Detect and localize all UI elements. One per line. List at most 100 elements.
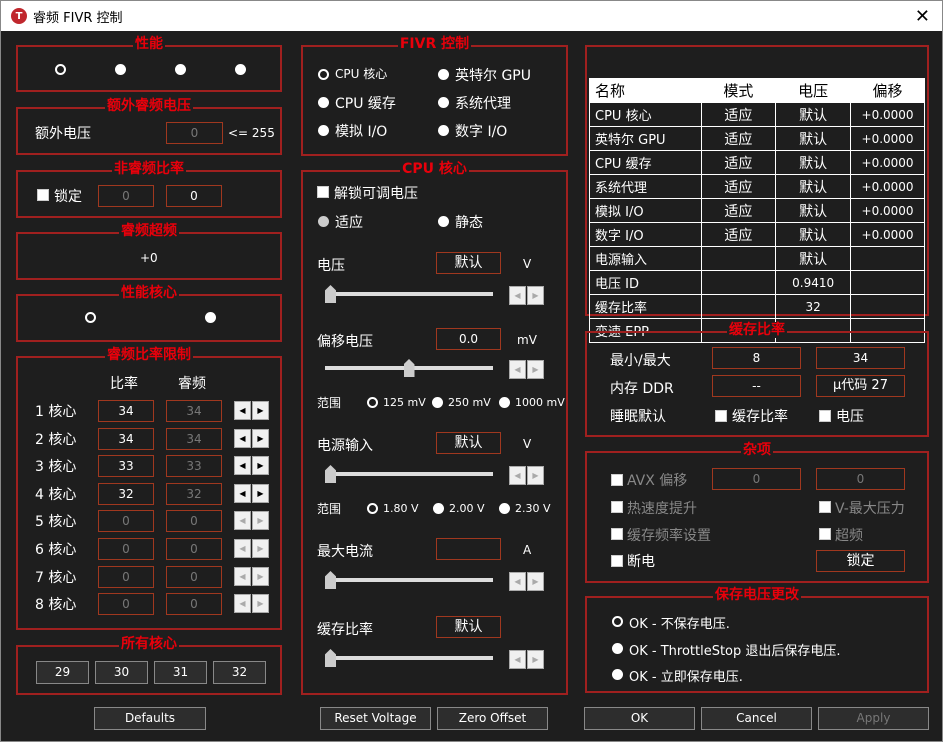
power-input-spin[interactable]: ◀ ▶ [509,466,545,485]
power-input-input[interactable]: 默认 [436,432,501,454]
cache-max-input[interactable]: 34 [816,347,905,369]
thermal-checkbox[interactable] [611,501,623,513]
core-spin[interactable]: ◀ ▶ [234,456,270,476]
core-ratio-input[interactable]: 0 [98,538,154,560]
left-arrow-icon[interactable]: ◀ [509,286,526,305]
left-arrow-icon[interactable]: ◀ [509,360,526,379]
perf-radio-4[interactable] [235,64,246,75]
right-arrow-icon[interactable]: ▶ [252,456,269,476]
core-ratio-input[interactable]: 0 [98,510,154,533]
offset-spin[interactable]: ◀ ▶ [509,360,545,379]
misc-lock-button[interactable]: 锁定 [816,550,905,572]
left-arrow-icon[interactable]: ◀ [509,650,526,669]
voltage-slider[interactable] [325,284,493,304]
power-range-radio-230[interactable] [499,503,510,514]
non-turbo-input-1[interactable]: 0 [98,185,154,207]
core-turbo-input[interactable]: 34 [166,400,222,422]
offset-range-radio-125[interactable] [367,397,378,408]
right-arrow-icon[interactable]: ▶ [527,466,544,485]
adaptive-radio[interactable] [318,216,329,227]
reset-voltage-button[interactable]: Reset Voltage [320,707,431,730]
right-arrow-icon[interactable]: ▶ [252,428,269,448]
table-row[interactable]: 数字 I/O 适应 默认 +0.0000 [589,222,925,247]
fivr-radio-system-agent[interactable] [438,97,449,108]
core-ratio-input[interactable]: 33 [98,455,154,478]
fivr-radio-analog-io[interactable] [318,125,329,136]
perf-core-radio-2[interactable] [205,312,216,323]
sleep-cache-checkbox[interactable] [715,410,727,422]
vmax-checkbox[interactable] [819,501,831,513]
left-arrow-icon[interactable]: ◀ [234,566,251,586]
core-ratio-input[interactable]: 34 [98,427,154,450]
max-current-spin[interactable]: ◀ ▶ [509,572,545,591]
right-arrow-icon[interactable]: ▶ [252,539,269,558]
voltage-spin[interactable]: ◀ ▶ [509,286,545,305]
right-arrow-icon[interactable]: ▶ [252,594,269,614]
power-range-radio-180[interactable] [367,503,378,514]
table-row[interactable]: CPU 核心 适应 默认 +0.0000 [589,102,925,127]
left-arrow-icon[interactable]: ◀ [234,428,251,448]
table-row[interactable]: 电压 ID 0.9410 [589,270,925,295]
all-cores-button[interactable]: 32 [213,661,266,684]
avx-input-2[interactable]: 0 [816,468,905,490]
table-row[interactable]: 系统代理 适应 默认 +0.0000 [589,174,925,199]
close-icon[interactable]: ✕ [915,6,930,27]
non-turbo-lock-checkbox[interactable] [37,189,49,201]
fivr-radio-digital-io[interactable] [438,125,449,136]
offset-input[interactable]: 0.0 [436,328,501,350]
fivr-radio-gpu[interactable] [438,69,449,80]
left-arrow-icon[interactable]: ◀ [234,456,251,476]
right-arrow-icon[interactable]: ▶ [252,511,269,531]
perf-core-radio-1[interactable] [85,312,96,323]
core-ratio-input[interactable]: 0 [98,565,154,588]
table-row[interactable]: 模拟 I/O 适应 默认 +0.0000 [589,198,925,223]
cpu-cache-ratio-slider[interactable] [325,648,493,668]
save-radio-2[interactable] [612,669,623,680]
power-off-checkbox[interactable] [611,555,623,567]
core-turbo-input[interactable]: 32 [166,482,222,505]
slider-thumb[interactable] [325,649,336,667]
core-spin[interactable]: ◀ ▶ [234,566,270,586]
core-turbo-input[interactable]: 0 [166,538,222,560]
fivr-radio-cpu-cache[interactable] [318,97,329,108]
slider-thumb[interactable] [325,465,336,483]
cpu-cache-ratio-input[interactable]: 默认 [436,616,501,638]
slider-thumb[interactable] [325,571,336,589]
right-arrow-icon[interactable]: ▶ [527,650,544,669]
cache-freq-checkbox[interactable] [611,528,623,540]
core-ratio-input[interactable]: 34 [98,400,154,422]
left-arrow-icon[interactable]: ◀ [509,466,526,485]
sleep-volt-checkbox[interactable] [819,410,831,422]
save-radio-1[interactable] [612,643,623,654]
cpu-cache-ratio-spin[interactable]: ◀ ▶ [509,650,545,669]
core-turbo-input[interactable]: 0 [166,510,222,533]
right-arrow-icon[interactable]: ▶ [252,566,269,586]
table-row[interactable]: 电源输入 默认 [589,246,925,271]
offset-range-radio-1000[interactable] [499,397,510,408]
power-range-radio-200[interactable] [433,503,444,514]
left-arrow-icon[interactable]: ◀ [234,401,251,420]
core-spin[interactable]: ◀ ▶ [234,539,270,558]
all-cores-button[interactable]: 29 [36,661,89,684]
perf-radio-1[interactable] [55,64,66,75]
save-radio-0[interactable] [612,616,623,627]
core-turbo-input[interactable]: 34 [166,427,222,450]
defaults-button[interactable]: Defaults [94,707,206,730]
left-arrow-icon[interactable]: ◀ [509,572,526,591]
zero-offset-button[interactable]: Zero Offset [437,707,548,730]
unlock-voltage-checkbox[interactable] [317,186,329,198]
slider-thumb[interactable] [403,359,415,377]
perf-radio-3[interactable] [175,64,186,75]
voltage-input[interactable]: 默认 [436,252,501,274]
table-row[interactable]: 英特尔 GPU 适应 默认 +0.0000 [589,126,925,151]
all-cores-button[interactable]: 30 [95,661,148,684]
offset-range-radio-250[interactable] [432,397,443,408]
core-spin[interactable]: ◀ ▶ [234,594,270,614]
core-spin[interactable]: ◀ ▶ [234,428,270,448]
cache-min-input[interactable]: 8 [712,347,801,369]
right-arrow-icon[interactable]: ▶ [527,572,544,591]
core-spin[interactable]: ◀ ▶ [234,511,270,531]
left-arrow-icon[interactable]: ◀ [234,594,251,614]
oc-checkbox[interactable] [819,528,831,540]
max-current-input[interactable] [436,538,501,560]
